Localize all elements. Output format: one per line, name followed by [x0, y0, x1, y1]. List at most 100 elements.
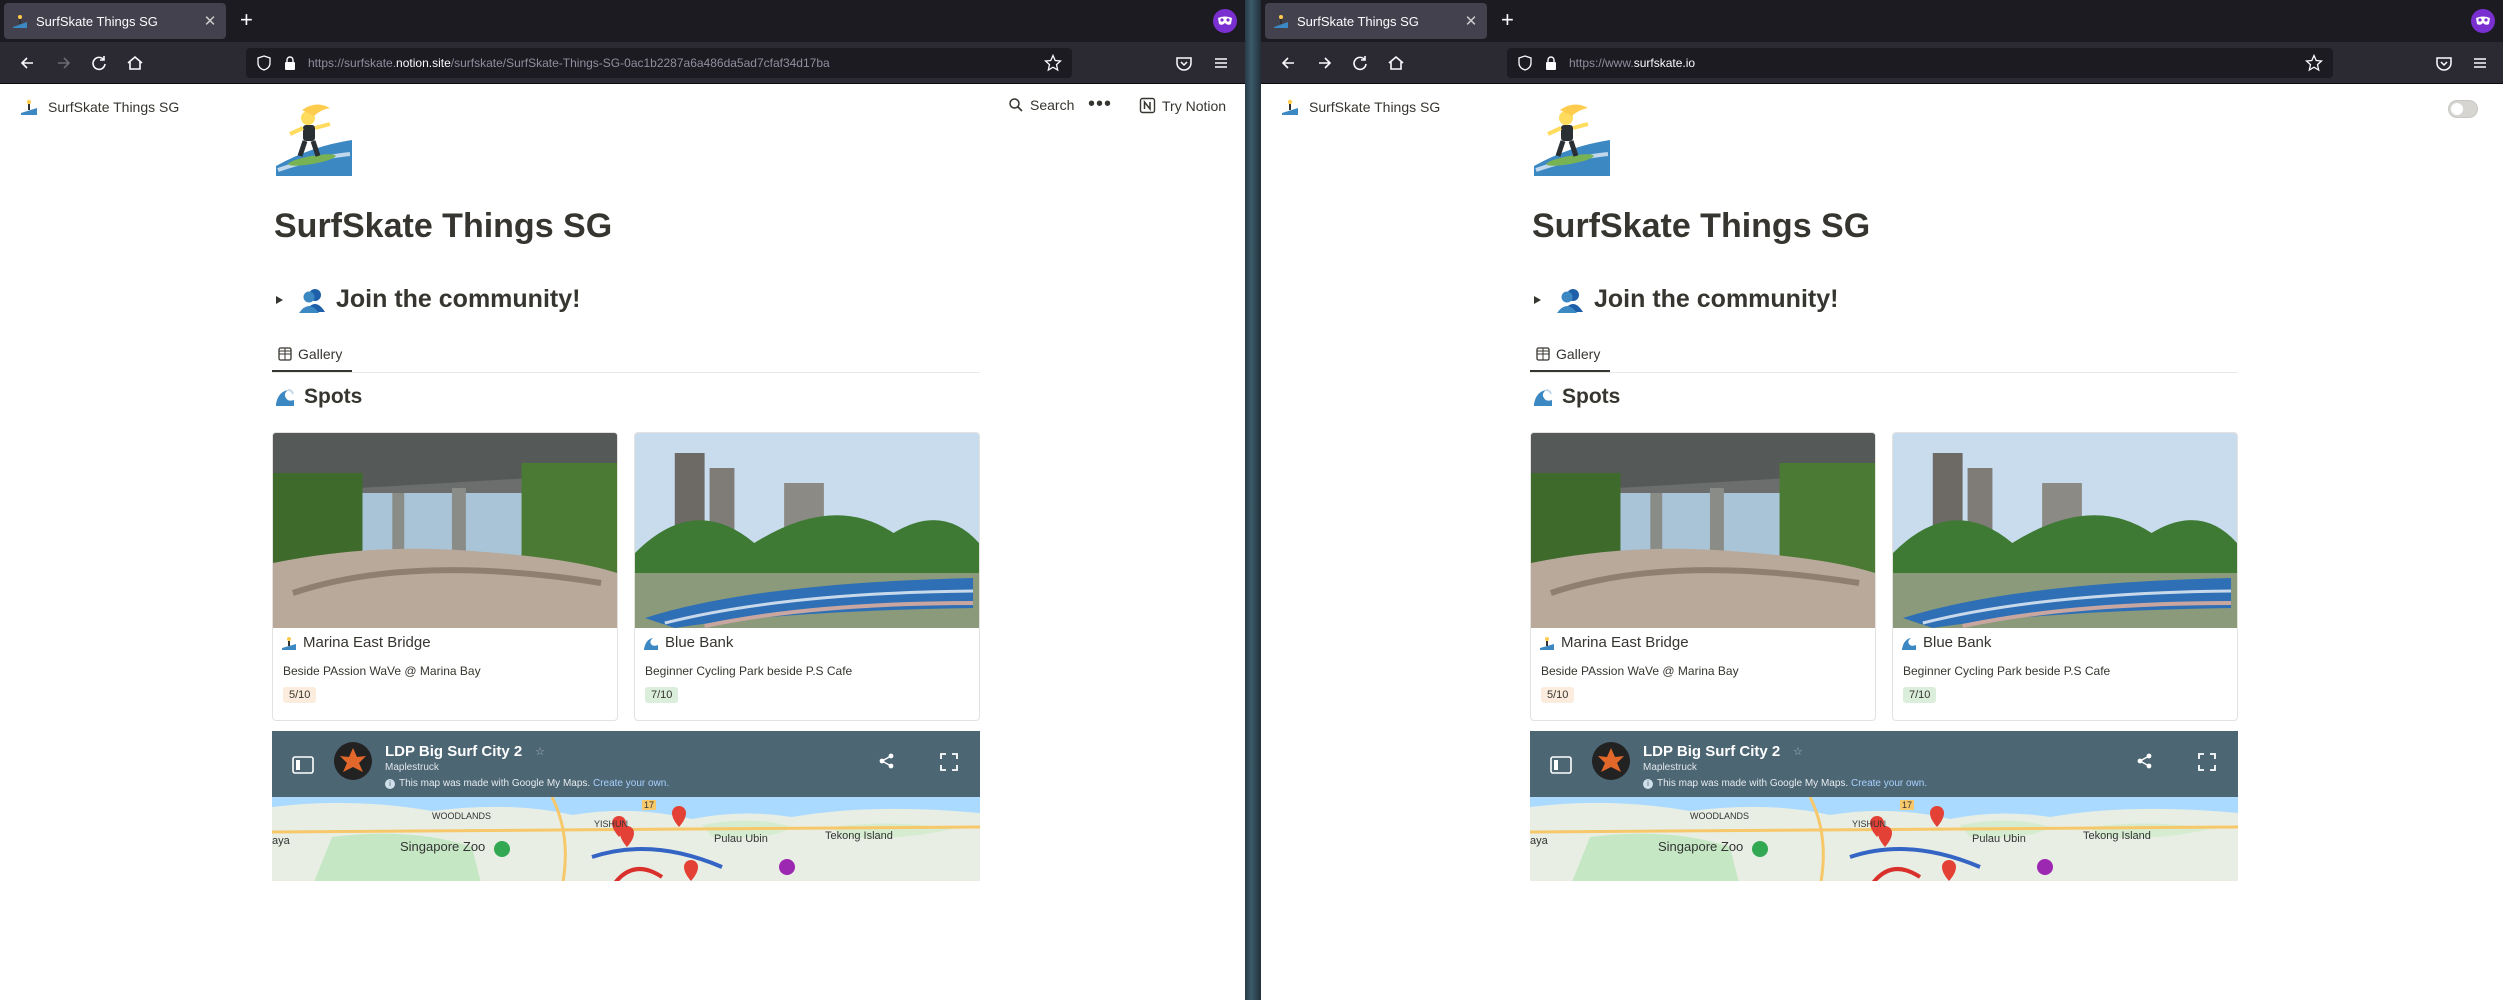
star-map-icon[interactable]: ☆ — [535, 745, 545, 758]
home-icon[interactable] — [124, 52, 146, 74]
card-title: Marina East Bridge — [303, 634, 431, 651]
rating-badge: 7/10 — [645, 687, 679, 703]
browser-window-notion: SurfSkate Things SG ✕ + https://surfskat… — [0, 0, 1245, 1000]
map-info-text: i This map was made with Google My Maps. … — [1643, 778, 1927, 789]
fullscreen-icon[interactable] — [2197, 752, 2217, 772]
pocket-icon[interactable] — [1173, 52, 1195, 74]
reload-icon[interactable] — [1349, 52, 1371, 74]
star-icon[interactable] — [2305, 54, 2323, 72]
new-tab-button[interactable]: + — [240, 9, 253, 31]
url-bar[interactable]: https://surfskate.notion.site/surfskate/… — [246, 48, 1072, 78]
share-icon[interactable] — [878, 752, 896, 770]
map-legend-toggle-icon[interactable] — [292, 755, 314, 775]
close-tab-icon[interactable]: ✕ — [202, 12, 218, 30]
google-map-embed[interactable]: LDP Big Surf City 2 ☆ Maplestruck i This … — [1530, 731, 2238, 881]
gallery-card-blue-bank[interactable]: Blue Bank Beginner Cycling Park beside P… — [634, 432, 980, 721]
site-title[interactable]: SurfSkate Things SG — [48, 99, 179, 115]
browser-window-surfskate-io: SurfSkate Things SG ✕ + https://www.surf… — [1261, 0, 2503, 1000]
mask-extension-icon[interactable] — [2471, 9, 2495, 33]
community-toggle[interactable]: Join the community! — [1530, 285, 1838, 314]
page-title: SurfSkate Things SG — [1532, 207, 1871, 245]
new-tab-button[interactable]: + — [1501, 9, 1514, 31]
wave-icon — [276, 389, 294, 406]
surfer-favicon-icon — [13, 15, 27, 28]
create-map-link[interactable]: Create your own. — [593, 778, 669, 789]
site-title[interactable]: SurfSkate Things SG — [1309, 99, 1440, 115]
tab-gallery[interactable]: Gallery — [272, 342, 348, 366]
collection-title[interactable]: Spots — [274, 385, 362, 409]
map-label: Pulau Ubin — [1972, 833, 2026, 845]
more-options-icon[interactable]: ••• — [1088, 93, 1112, 116]
star-map-icon[interactable]: ☆ — [1793, 745, 1803, 758]
map-legend-toggle-icon[interactable] — [1550, 755, 1572, 775]
tab-gallery[interactable]: Gallery — [1530, 342, 1606, 366]
map-label: aya — [1530, 835, 1548, 847]
hamburger-menu-icon[interactable] — [1210, 52, 1232, 74]
browser-tab[interactable]: SurfSkate Things SG ✕ — [1265, 3, 1487, 39]
surfer-favicon-icon — [1274, 15, 1288, 28]
mask-extension-icon[interactable] — [1213, 9, 1237, 33]
map-title[interactable]: LDP Big Surf City 2 — [385, 743, 522, 760]
lock-icon[interactable] — [282, 55, 298, 71]
theme-toggle[interactable] — [2448, 100, 2478, 118]
wave-card-icon — [644, 637, 658, 650]
back-arrow-icon[interactable] — [17, 52, 39, 74]
collection-title[interactable]: Spots — [1532, 385, 1620, 409]
surfer-page-icon — [276, 104, 352, 176]
gallery-card-blue-bank[interactable]: Blue Bank Beginner Cycling Park beside P… — [1892, 432, 2238, 721]
window-gap — [1245, 0, 1261, 1000]
tab-title: SurfSkate Things SG — [36, 13, 158, 29]
shield-icon[interactable] — [1517, 55, 1533, 71]
gallery-grid-icon — [278, 347, 292, 361]
surfer-card-icon — [1540, 636, 1554, 650]
close-tab-icon[interactable]: ✕ — [1463, 12, 1479, 30]
reload-icon[interactable] — [88, 52, 110, 74]
card-image-blue-bank — [635, 433, 979, 628]
hamburger-menu-icon[interactable] — [2469, 52, 2491, 74]
lock-icon[interactable] — [1543, 55, 1559, 71]
card-description: Beside PAssion WaVe @ Marina Bay — [1541, 664, 1739, 678]
info-icon: i — [1643, 779, 1653, 789]
url-bar[interactable]: https://www.surfskate.io — [1507, 48, 2333, 78]
card-title-row: Marina East Bridge — [281, 634, 431, 651]
toggle-caret-icon[interactable] — [1530, 293, 1544, 307]
community-toggle[interactable]: Join the community! — [272, 285, 580, 314]
map-label: YISHUN — [1852, 819, 1887, 829]
card-title: Blue Bank — [1923, 634, 1992, 651]
page-title: SurfSkate Things SG — [274, 207, 613, 245]
back-arrow-icon[interactable] — [1278, 52, 1300, 74]
pocket-icon[interactable] — [2433, 52, 2455, 74]
try-notion-label: Try Notion — [1162, 97, 1227, 114]
gallery-card-marina-east-bridge[interactable]: Marina East Bridge Beside PAssion WaVe @… — [272, 432, 618, 721]
forward-arrow-icon[interactable] — [1313, 52, 1335, 74]
surfer-site-icon — [1282, 99, 1298, 115]
card-title: Blue Bank — [665, 634, 734, 651]
create-map-link[interactable]: Create your own. — [1851, 778, 1927, 789]
toggle-caret-icon[interactable] — [272, 293, 286, 307]
shield-icon[interactable] — [256, 55, 272, 71]
home-icon[interactable] — [1385, 52, 1407, 74]
star-icon[interactable] — [1044, 54, 1062, 72]
map-header: LDP Big Surf City 2 ☆ Maplestruck i This … — [272, 731, 980, 797]
map-label: Tekong Island — [825, 830, 893, 842]
community-heading: Join the community! — [336, 285, 581, 313]
try-notion-button[interactable]: Try Notion — [1139, 97, 1226, 114]
browser-tab[interactable]: SurfSkate Things SG ✕ — [4, 3, 226, 39]
search-button[interactable]: Search — [1008, 97, 1074, 113]
map-label: 17 — [642, 800, 657, 810]
fullscreen-icon[interactable] — [939, 752, 959, 772]
map-header: LDP Big Surf City 2 ☆ Maplestruck i This … — [1530, 731, 2238, 797]
card-image-blue-bank — [1893, 433, 2237, 628]
map-label: WOODLANDS — [432, 811, 492, 821]
view-divider — [272, 372, 980, 373]
tab-title: SurfSkate Things SG — [1297, 13, 1419, 29]
gallery-card-marina-east-bridge[interactable]: Marina East Bridge Beside PAssion WaVe @… — [1530, 432, 1876, 721]
rating-badge: 5/10 — [1541, 687, 1575, 703]
map-title[interactable]: LDP Big Surf City 2 — [1643, 743, 1780, 760]
card-image-bridge — [1531, 433, 1875, 628]
forward-arrow-icon[interactable] — [52, 52, 74, 74]
map-author-avatar — [1592, 742, 1630, 780]
wave-icon — [1534, 389, 1552, 406]
google-map-embed[interactable]: LDP Big Surf City 2 ☆ Maplestruck i This … — [272, 731, 980, 881]
share-icon[interactable] — [2136, 752, 2154, 770]
